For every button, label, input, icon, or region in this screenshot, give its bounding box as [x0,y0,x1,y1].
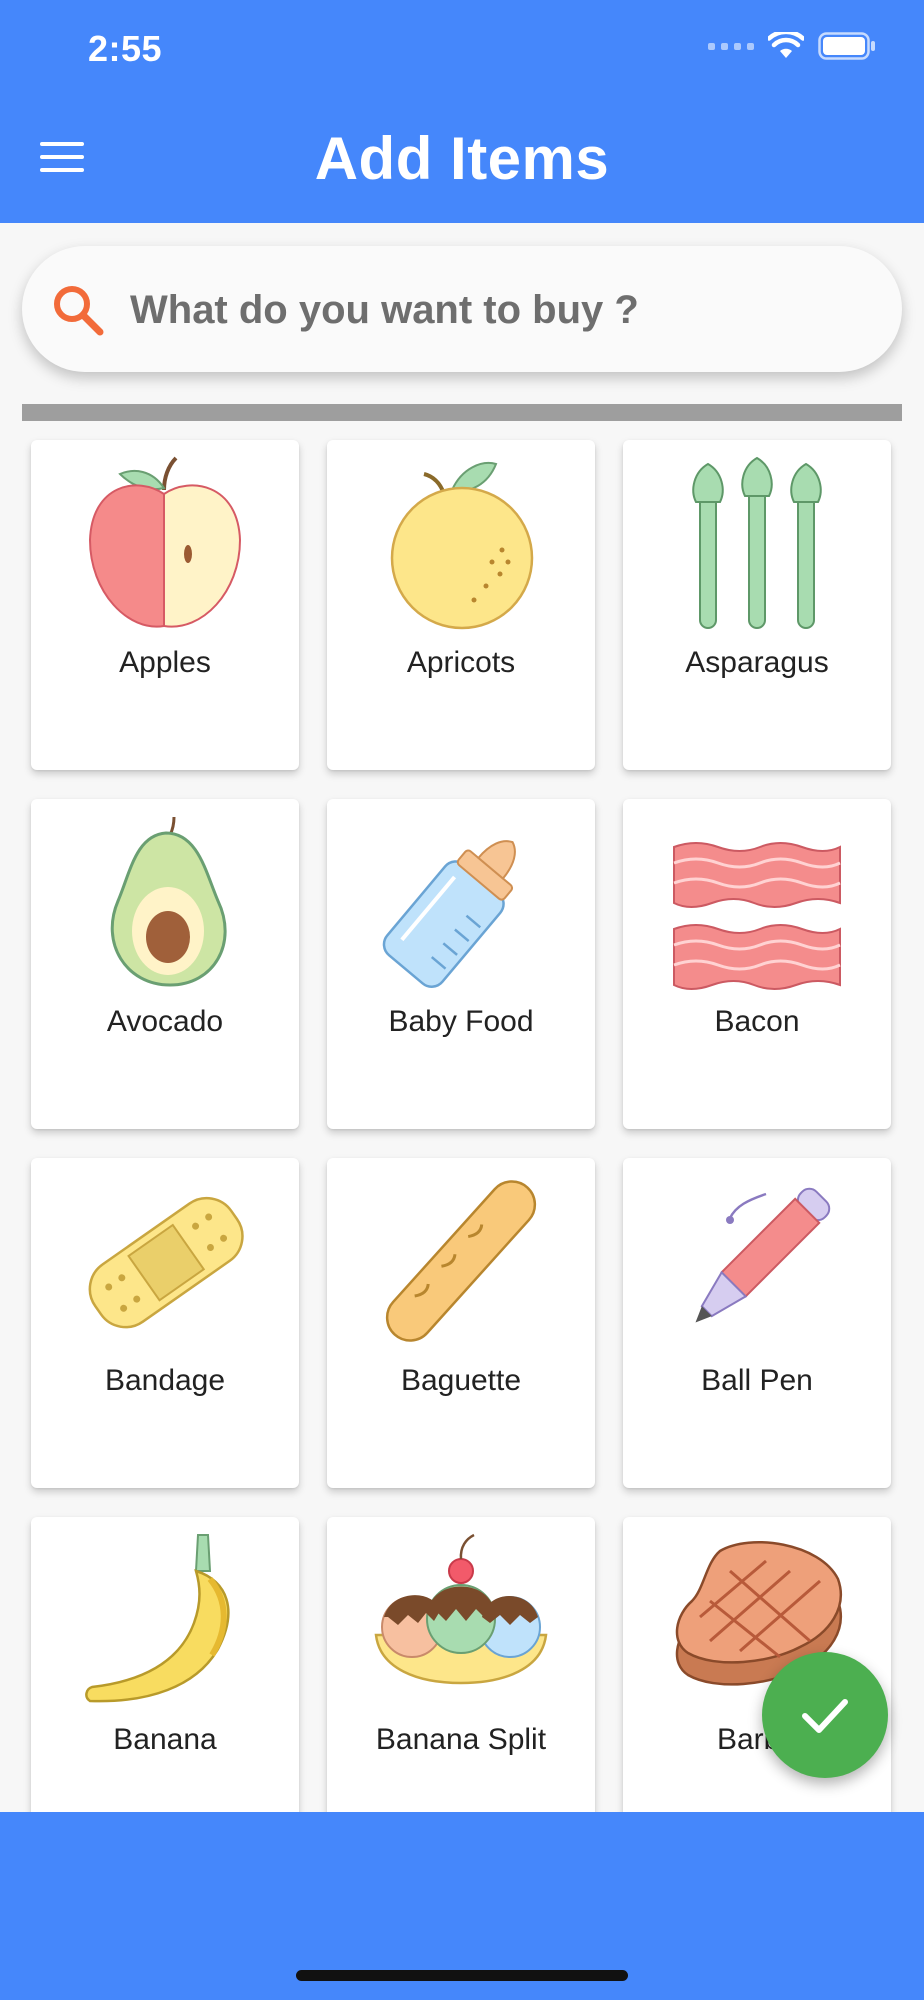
loading-progress-bar [22,404,902,421]
status-icons [708,32,876,60]
item-label: Banana Split [375,1723,547,1756]
item-label: Asparagus [685,646,829,679]
banana-icon [85,1534,230,1703]
banana-split-icon [374,1533,548,1685]
search-icon [54,286,104,336]
item-label: Apples [119,646,211,679]
item-card-bacon[interactable]: Bacon [623,799,891,1129]
app-header: 2:55 Add Items [0,0,924,223]
asparagus-icon [692,456,822,629]
item-card-bandage[interactable]: Bandage [31,1158,299,1488]
item-card-baguette[interactable]: Baguette [327,1158,595,1488]
item-card-apples[interactable]: Apples [31,440,299,770]
search-bar[interactable] [22,246,902,372]
battery-icon [818,32,875,60]
ball-pen-icon [695,1187,831,1323]
item-card-asparagus[interactable]: Asparagus [623,440,891,770]
apple-icon [88,456,242,628]
status-time: 2:55 [88,28,163,69]
item-card-apricots[interactable]: Apricots [327,440,595,770]
item-label: Avocado [106,1005,224,1038]
home-indicator [296,1970,628,1981]
item-card-avocado[interactable]: Avocado [31,799,299,1129]
cellular-signal-icon [708,42,754,50]
baby-bottle-icon [382,840,516,988]
apricot-icon [390,462,534,630]
search-input[interactable] [128,276,872,344]
item-label: Bandage [104,1364,226,1397]
item-label: Baguette [400,1364,522,1397]
item-card-banana-split[interactable]: Banana Split [327,1517,595,1847]
baguette-icon [385,1180,537,1342]
bacon-icon [673,842,841,990]
item-label: Ball Pen [701,1364,813,1397]
item-label: Baby Food [388,1005,534,1038]
item-card-banana[interactable]: Banana [31,1517,299,1847]
checkmark-icon [802,1699,848,1733]
avocado-icon [110,816,227,987]
item-card-ball-pen[interactable]: Ball Pen [623,1158,891,1488]
wifi-icon [768,32,804,58]
confirm-fab-button[interactable] [762,1652,888,1778]
item-label: Bacon [714,1005,800,1038]
item-label: Banana [113,1723,217,1756]
item-card-baby-food[interactable]: Baby Food [327,799,595,1129]
bandage-icon [88,1196,244,1329]
page-title: Add Items [314,125,610,192]
item-label: Apricots [406,646,516,679]
